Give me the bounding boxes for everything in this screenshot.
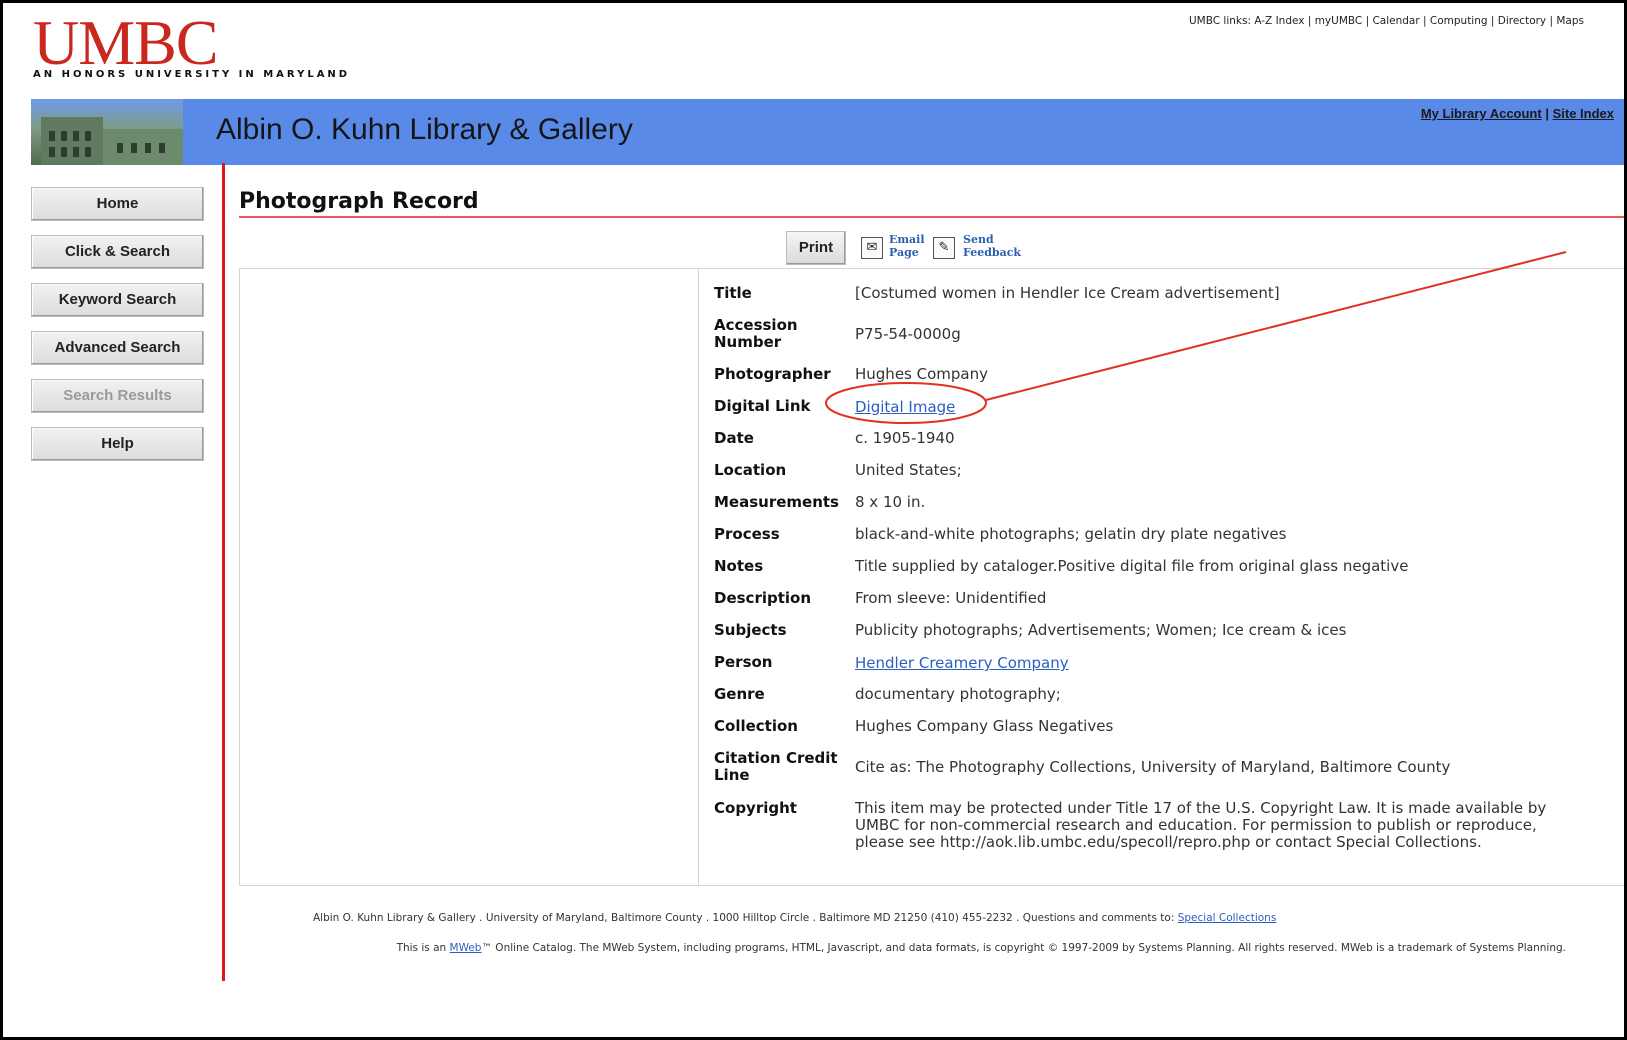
mweb-link[interactable]: MWeb — [450, 942, 482, 954]
nav-keyword-search-button[interactable]: Keyword Search — [31, 283, 204, 317]
feedback-label-line2: Feedback — [963, 246, 1022, 259]
banner-link-separator: | — [1541, 106, 1553, 121]
record-panel — [239, 268, 1624, 886]
footer-address: Albin O. Kuhn Library & Gallery . Univer… — [313, 912, 1276, 924]
field-value-measurements: 8 x 10 in. — [855, 493, 926, 511]
record-column-divider — [698, 268, 699, 885]
site-index-link[interactable]: Site Index — [1553, 106, 1614, 121]
email-page-link[interactable]: Email Page — [889, 233, 925, 259]
nav-click-search-button[interactable]: Click & Search — [31, 235, 204, 269]
field-label-accession: Accession Number — [714, 316, 798, 351]
field-label-digital-link: Digital Link — [714, 397, 811, 415]
special-collections-link[interactable]: Special Collections — [1178, 912, 1277, 924]
field-value-collection: Hughes Company Glass Negatives — [855, 717, 1114, 735]
field-value-subjects: Publicity photographs; Advertisements; W… — [855, 621, 1347, 639]
person-link[interactable]: Hendler Creamery Company — [855, 655, 1069, 672]
field-label-location: Location — [714, 461, 787, 479]
field-label-collection: Collection — [714, 717, 798, 735]
umbc-top-links[interactable]: UMBC links: A-Z Index | myUMBC | Calenda… — [1189, 15, 1584, 27]
page-title: Photograph Record — [239, 189, 479, 214]
footer-mweb-text: ™ Online Catalog. The MWeb System, inclu… — [481, 942, 1566, 954]
field-value-location: United States; — [855, 461, 962, 479]
field-label-subjects: Subjects — [714, 621, 787, 639]
library-building-image — [31, 99, 183, 165]
nav-search-results-button: Search Results — [31, 379, 204, 413]
my-library-account-link[interactable]: My Library Account — [1421, 106, 1542, 121]
field-value-accession: P75-54-0000g — [855, 325, 961, 343]
nav-help-button[interactable]: Help — [31, 427, 204, 461]
field-value-description: From sleeve: Unidentified — [855, 589, 1047, 607]
nav-advanced-search-button[interactable]: Advanced Search — [31, 331, 204, 365]
field-value-notes: Title supplied by cataloger.Positive dig… — [855, 557, 1409, 575]
content-divider — [222, 163, 225, 981]
page-frame: UMBC AN HONORS UNIVERSITY IN MARYLAND UM… — [0, 0, 1627, 1040]
envelope-icon[interactable]: ✉ — [861, 237, 883, 259]
tagline: AN HONORS UNIVERSITY IN MARYLAND — [33, 69, 351, 80]
field-value-citation: Cite as: The Photography Collections, Un… — [855, 758, 1451, 776]
footer-mweb-prefix: This is an — [396, 942, 450, 954]
field-label-measurements: Measurements — [714, 493, 839, 511]
field-label-citation: Citation Credit Line — [714, 749, 838, 784]
field-label-copyright: Copyright — [714, 799, 797, 817]
field-value-process: black-and-white photographs; gelatin dry… — [855, 525, 1287, 543]
title-rule — [239, 216, 1624, 218]
library-banner: Albin O. Kuhn Library & Gallery My Libra… — [31, 99, 1624, 165]
field-label-description: Description — [714, 589, 812, 607]
field-value-date: c. 1905-1940 — [855, 429, 955, 447]
field-label-genre: Genre — [714, 685, 765, 703]
feedback-label-line1: Send — [963, 233, 994, 246]
field-value-copyright: This item may be protected under Title 1… — [855, 799, 1547, 851]
field-label-photographer: Photographer — [714, 365, 831, 383]
email-label-line1: Email — [889, 233, 925, 246]
field-label-notes: Notes — [714, 557, 764, 575]
footer-address-text: Albin O. Kuhn Library & Gallery . Univer… — [313, 912, 1178, 924]
feedback-icon[interactable]: ✎ — [933, 237, 955, 259]
field-label-person: Person — [714, 653, 773, 671]
field-label-process: Process — [714, 525, 780, 543]
banner-links: My Library Account | Site Index — [1421, 106, 1614, 121]
field-value-photographer: Hughes Company — [855, 365, 988, 383]
field-label-date: Date — [714, 429, 754, 447]
field-value-genre: documentary photography; — [855, 685, 1061, 703]
digital-image-link[interactable]: Digital Image — [855, 399, 955, 416]
library-title: Albin O. Kuhn Library & Gallery — [216, 113, 633, 146]
send-feedback-link[interactable]: Send Feedback — [963, 233, 1021, 259]
field-label-title: Title — [714, 284, 752, 302]
footer-copyright: This is an MWeb™ Online Catalog. The MWe… — [261, 941, 1566, 955]
field-value-title: [Costumed women in Hendler Ice Cream adv… — [855, 284, 1280, 302]
nav-home-button[interactable]: Home — [31, 187, 204, 221]
email-label-line2: Page — [889, 246, 919, 259]
print-button[interactable]: Print — [786, 231, 846, 265]
